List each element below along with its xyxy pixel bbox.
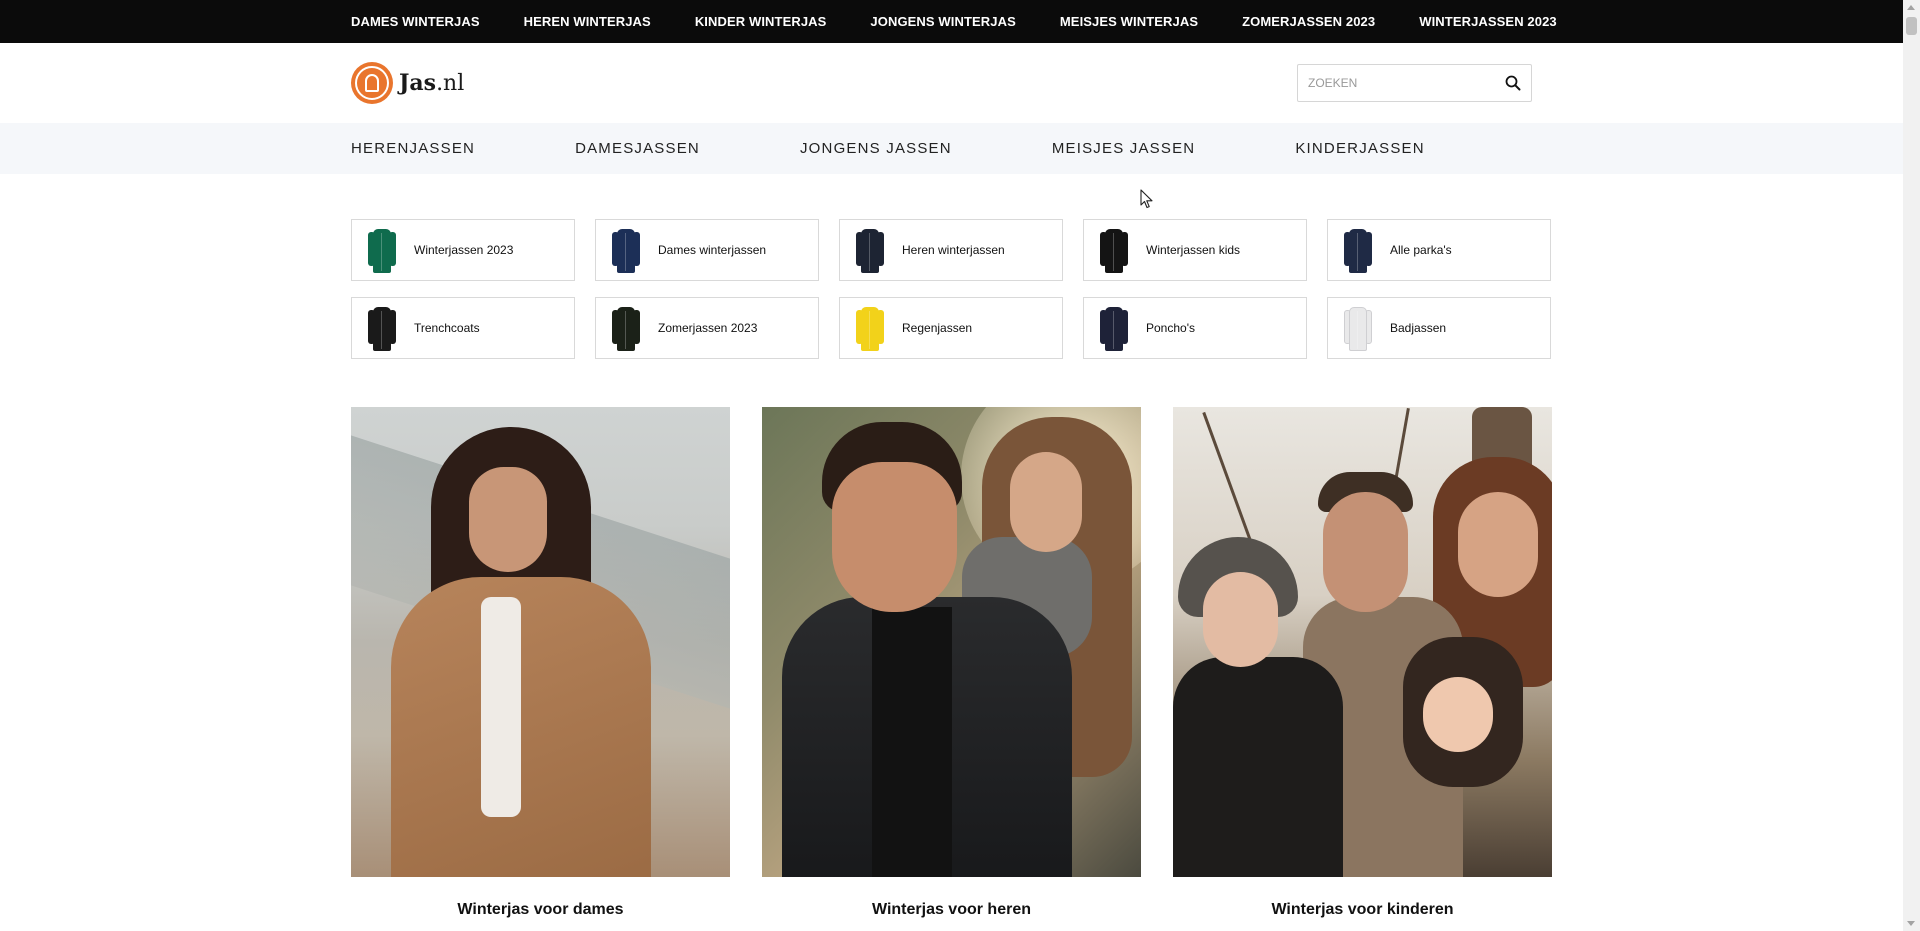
category-label: Zomerjassen 2023 [658, 321, 758, 335]
category-tile[interactable]: Heren winterjassen [839, 219, 1063, 281]
category-grid: Winterjassen 2023 Dames winterjassen Heren… [351, 219, 1552, 359]
top-link-kinder-winterjas[interactable]: KINDER WINTERJAS [695, 14, 827, 29]
top-bar: DAMES WINTERJAS HEREN WINTERJAS KINDER W… [0, 0, 1903, 43]
feature-caption: Winterjas voor heren [871, 901, 1031, 918]
nav-item-jongens-jassen[interactable]: JONGENS JASSEN [800, 140, 952, 157]
mouse-cursor-icon [1140, 189, 1153, 209]
feature-card-dames[interactable]: Winterjas voor dames [351, 407, 730, 919]
category-tile[interactable]: Trenchcoats [351, 297, 575, 359]
category-label: Badjassen [1390, 321, 1447, 335]
scrollbar-thumb[interactable] [1906, 17, 1917, 35]
nav-item-damesjassen[interactable]: DAMESJASSEN [575, 140, 700, 157]
scroll-up-arrow-icon[interactable] [1907, 5, 1915, 10]
top-link-jongens-winterjas[interactable]: JONGENS WINTERJAS [870, 14, 1015, 29]
category-label: Trenchcoats [414, 321, 480, 335]
site-header: Jas.nl [0, 43, 1903, 123]
top-links: DAMES WINTERJAS HEREN WINTERJAS KINDER W… [351, 0, 1601, 43]
photo-family [1173, 407, 1552, 877]
page-scrollbar[interactable] [1903, 0, 1920, 931]
category-tile[interactable]: Winterjassen 2023 [351, 219, 575, 281]
jacket-thumbnail-icon [1328, 220, 1388, 280]
jacket-thumbnail-icon [840, 298, 900, 358]
top-link-heren-winterjas[interactable]: HEREN WINTERJAS [524, 14, 651, 29]
jacket-thumbnail-icon [840, 220, 900, 280]
category-tile[interactable]: Badjassen [1327, 297, 1551, 359]
category-tile[interactable]: Winterjassen kids [1083, 219, 1307, 281]
photo-couple [762, 407, 1141, 877]
category-tile[interactable]: Dames winterjassen [595, 219, 819, 281]
search-input[interactable] [1298, 65, 1495, 101]
category-tile[interactable]: Alle parka's [1327, 219, 1551, 281]
category-tile[interactable]: Zomerjassen 2023 [595, 297, 819, 359]
feature-caption: Winterjas voor dames [457, 901, 624, 918]
jacket-thumbnail-icon [1328, 298, 1388, 358]
jacket-thumbnail-icon [352, 220, 412, 280]
jacket-thumbnail-icon [1084, 220, 1144, 280]
photo-woman-beach [351, 407, 730, 877]
category-tile[interactable]: Poncho's [1083, 297, 1307, 359]
main-nav: HERENJASSEN DAMESJASSEN JONGENS JASSEN M… [0, 123, 1903, 174]
jacket-thumbnail-icon [596, 298, 656, 358]
category-label: Alle parka's [1390, 243, 1452, 257]
category-tile[interactable]: Regenjassen [839, 297, 1063, 359]
feature-caption: Winterjas voor kinderen [1271, 901, 1454, 918]
top-link-dames-winterjas[interactable]: DAMES WINTERJAS [351, 14, 480, 29]
search-icon[interactable] [1495, 65, 1531, 101]
top-link-zomerjassen-2023[interactable]: ZOMERJASSEN 2023 [1242, 14, 1375, 29]
feature-card-kinderen[interactable]: Winterjas voor kinderen [1173, 407, 1552, 919]
top-link-winterjassen-2023[interactable]: WINTERJASSEN 2023 [1419, 14, 1557, 29]
category-label: Heren winterjassen [902, 243, 1005, 257]
nav-item-herenjassen[interactable]: HERENJASSEN [351, 140, 475, 157]
nav-item-meisjes-jassen[interactable]: MEISJES JASSEN [1052, 140, 1196, 157]
category-label: Winterjassen 2023 [414, 243, 514, 257]
logo-house-icon [351, 62, 393, 104]
category-label: Regenjassen [902, 321, 973, 335]
feature-card-heren[interactable]: Winterjas voor heren [762, 407, 1141, 919]
jacket-thumbnail-icon [352, 298, 412, 358]
feature-cards: Winterjas voor dames Winterjas voor here… [351, 407, 1552, 919]
top-link-meisjes-winterjas[interactable]: MEISJES WINTERJAS [1060, 14, 1198, 29]
scroll-down-arrow-icon[interactable] [1907, 921, 1915, 926]
site-logo[interactable]: Jas.nl [351, 62, 464, 104]
category-label: Winterjassen kids [1146, 243, 1241, 257]
jacket-thumbnail-icon [596, 220, 656, 280]
logo-text: Jas.nl [399, 70, 465, 96]
jacket-thumbnail-icon [1084, 298, 1144, 358]
category-label: Dames winterjassen [658, 243, 767, 257]
nav-item-kinderjassen[interactable]: KINDERJASSEN [1295, 140, 1424, 157]
category-label: Poncho's [1146, 321, 1195, 335]
search-box [1297, 64, 1532, 102]
